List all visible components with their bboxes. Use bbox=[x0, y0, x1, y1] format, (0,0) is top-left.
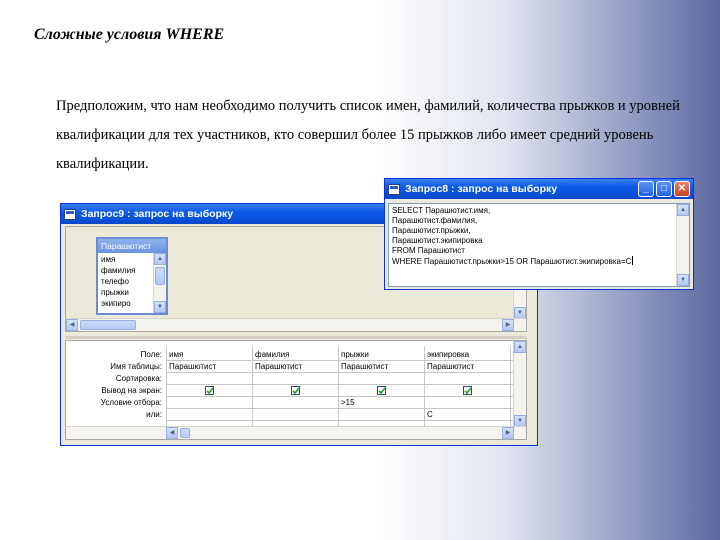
grid-table-cell[interactable]: Парашютист bbox=[169, 361, 249, 372]
query-grid: Поле: Имя таблицы: Сортировка: Вывод на … bbox=[65, 340, 527, 440]
scroll-thumb[interactable] bbox=[155, 267, 165, 285]
scroll-left-icon[interactable]: ◀ bbox=[66, 319, 78, 331]
scroll-right-icon[interactable]: ▶ bbox=[502, 427, 514, 439]
grid-criteria-cell[interactable] bbox=[169, 397, 249, 408]
field-list-item[interactable]: телефо bbox=[101, 276, 152, 287]
row-label-or: или: bbox=[146, 410, 162, 419]
window-icon bbox=[64, 208, 76, 220]
grid-field-cell[interactable]: фамилия bbox=[255, 349, 335, 360]
field-list-title[interactable]: Парашютист bbox=[98, 239, 166, 253]
checkbox-icon[interactable] bbox=[377, 386, 386, 395]
grid-table-cell[interactable]: Парашютист bbox=[427, 361, 507, 372]
grid-line bbox=[510, 346, 511, 434]
field-list[interactable]: Парашютист имя фамилия телефо прыжки эки… bbox=[96, 237, 168, 315]
grid-table-cell[interactable]: Парашютист bbox=[255, 361, 335, 372]
close-icon[interactable]: ✕ bbox=[674, 181, 690, 197]
grid-line bbox=[166, 372, 514, 373]
sql-line: WHERE Парашютист.прыжки>15 OR Парашютист… bbox=[392, 257, 632, 266]
row-label-show: Вывод на экран: bbox=[101, 386, 162, 395]
grid-table-cell[interactable]: Парашютист bbox=[341, 361, 421, 372]
field-list-item[interactable]: прыжки bbox=[101, 287, 152, 298]
scroll-up-icon[interactable]: ▲ bbox=[514, 341, 526, 353]
grid-line bbox=[166, 384, 514, 385]
grid-line bbox=[424, 346, 425, 434]
grid-hscroll[interactable]: ◀ ▶ bbox=[66, 426, 526, 439]
scroll-thumb[interactable] bbox=[80, 320, 136, 330]
grid-criteria-cell[interactable]: >15 bbox=[341, 397, 421, 408]
scroll-right-icon[interactable]: ▶ bbox=[502, 319, 514, 331]
row-label-criteria: Условие отбора: bbox=[100, 398, 162, 407]
scroll-down-icon[interactable]: ▼ bbox=[677, 274, 689, 286]
maximize-icon[interactable]: □ bbox=[656, 181, 672, 197]
field-list-item[interactable]: фамилия bbox=[101, 265, 152, 276]
sql-line: Парашютист.экипировка bbox=[392, 236, 483, 245]
grid-line bbox=[252, 346, 253, 434]
field-list-item[interactable]: имя bbox=[101, 254, 152, 265]
slide-text: Предположим, что нам необходимо получить… bbox=[56, 98, 680, 172]
row-label-table: Имя таблицы: bbox=[110, 362, 162, 371]
grid-criteria-cell[interactable] bbox=[427, 397, 507, 408]
window-icon bbox=[388, 183, 400, 195]
grid-or-cell[interactable] bbox=[169, 409, 249, 420]
grid-or-value: С bbox=[427, 410, 433, 419]
scroll-left-icon[interactable]: ◀ bbox=[166, 427, 178, 439]
scroll-up-icon[interactable]: ▲ bbox=[677, 204, 689, 216]
sql-line-where: WHERE Парашютист.прыжки>15 OR Парашютист… bbox=[392, 256, 675, 267]
pane-splitter[interactable] bbox=[65, 336, 527, 339]
scroll-down-icon[interactable]: ▼ bbox=[154, 301, 166, 313]
grid-or-cell[interactable]: С bbox=[427, 409, 507, 420]
sql-line: SELECT Парашютист.имя, bbox=[392, 206, 491, 215]
slide-title: Сложные условия WHERE bbox=[34, 26, 225, 43]
row-label-field: Поле: bbox=[140, 350, 162, 359]
scroll-thumb[interactable] bbox=[180, 428, 190, 438]
sql-line: Парашютист.фамилия, bbox=[392, 216, 478, 225]
grid-line bbox=[166, 346, 167, 434]
checkbox-icon[interactable] bbox=[291, 386, 300, 395]
sql-window-titlebar[interactable]: Запрос8 : запрос на выборку _ □ ✕ bbox=[385, 179, 693, 199]
grid-field-cell[interactable]: прыжки bbox=[341, 349, 421, 360]
sql-window-title: Запрос8 : запрос на выборку bbox=[405, 183, 558, 195]
sql-line: FROM Парашютист bbox=[392, 246, 465, 255]
grid-line bbox=[338, 346, 339, 434]
table-pane-hscroll[interactable]: ◀ ▶ bbox=[66, 318, 526, 331]
field-list-item[interactable]: экипиро bbox=[101, 298, 152, 309]
field-list-scrollbar[interactable]: ▲ ▼ bbox=[153, 253, 166, 313]
grid-or-cell[interactable] bbox=[255, 409, 335, 420]
text-cursor bbox=[632, 256, 634, 265]
sql-scrollbar[interactable]: ▲ ▼ bbox=[676, 204, 689, 286]
grid-field-cell[interactable]: экипировка bbox=[427, 349, 507, 360]
minimize-icon[interactable]: _ bbox=[638, 181, 654, 197]
grid-criteria-cell[interactable] bbox=[255, 397, 335, 408]
scroll-up-icon[interactable]: ▲ bbox=[154, 253, 166, 265]
grid-or-cell[interactable] bbox=[341, 409, 421, 420]
sql-view-window[interactable]: Запрос8 : запрос на выборку _ □ ✕ SELECT… bbox=[384, 178, 694, 290]
grid-vscroll[interactable]: ▲ ▼ bbox=[513, 341, 526, 427]
row-label-sort: Сортировка: bbox=[115, 374, 162, 383]
sql-line: Парашютист.прыжки, bbox=[392, 226, 471, 235]
grid-field-cell[interactable]: имя bbox=[169, 349, 249, 360]
grid-line bbox=[166, 420, 514, 421]
checkbox-icon[interactable] bbox=[463, 386, 472, 395]
sql-text-area[interactable]: SELECT Парашютист.имя, Парашютист.фамили… bbox=[388, 203, 690, 287]
checkbox-icon[interactable] bbox=[205, 386, 214, 395]
